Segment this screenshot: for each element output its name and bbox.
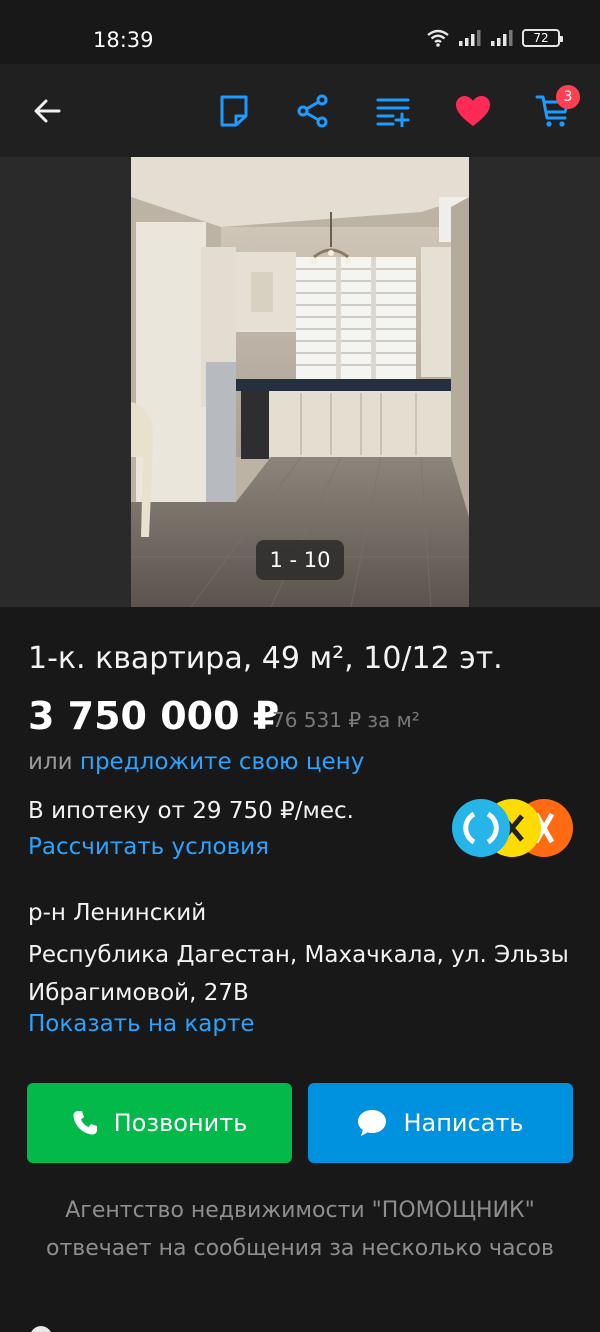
next-section-indicator bbox=[30, 1326, 52, 1332]
district: р-н Ленинский bbox=[28, 900, 207, 926]
agency-note-line1: Агентство недвижимости "ПОМОЩНИК" bbox=[65, 1198, 535, 1223]
app-bar bbox=[0, 64, 600, 157]
bank-logos[interactable] bbox=[452, 798, 576, 858]
call-button-label: Позвонить bbox=[113, 1109, 248, 1137]
share-icon[interactable] bbox=[293, 91, 333, 131]
offer-prefix: или bbox=[28, 749, 73, 775]
photo-counter: 1 - 10 bbox=[256, 540, 344, 580]
listing-price: 3 750 000 ₽ bbox=[28, 694, 280, 738]
heart-icon[interactable] bbox=[453, 91, 493, 131]
listing-title: 1-к. квартира, 49 м², 10/12 эт. bbox=[28, 641, 503, 676]
chat-icon bbox=[358, 1110, 387, 1136]
offer-price-link[interactable]: предложите свою цену bbox=[80, 749, 364, 775]
price-per-m2: 76 531 ₽ за м² bbox=[272, 708, 420, 732]
signal-icon-2 bbox=[491, 30, 513, 46]
call-button[interactable]: Позвонить bbox=[27, 1083, 292, 1163]
agency-response-note: Агентство недвижимости "ПОМОЩНИК" отвеча… bbox=[0, 1192, 600, 1268]
write-button[interactable]: Написать bbox=[308, 1083, 573, 1163]
wifi-icon bbox=[427, 29, 449, 47]
signal-icon bbox=[459, 30, 481, 46]
mortgage-text: В ипотеку от 29 750 ₽/мес. bbox=[28, 798, 354, 824]
note-icon[interactable] bbox=[214, 91, 254, 131]
status-icons: 72 bbox=[426, 29, 563, 47]
calculate-mortgage-link[interactable]: Рассчитать условия bbox=[28, 834, 269, 860]
write-button-label: Написать bbox=[403, 1109, 524, 1137]
show-on-map-link[interactable]: Показать на карте bbox=[28, 1011, 255, 1037]
photo-gallery[interactable]: 1 - 10 bbox=[0, 157, 600, 607]
offer-line: или предложите свою цену bbox=[28, 749, 364, 775]
battery-indicator: 72 bbox=[522, 29, 563, 47]
status-bar: 18:39 72 bbox=[0, 0, 600, 64]
status-time: 18:39 bbox=[93, 28, 154, 52]
address: Республика Дагестан, Махачкала, ул. Эльз… bbox=[28, 942, 569, 1006]
back-arrow-icon[interactable] bbox=[27, 91, 67, 131]
cart-count-badge: 3 bbox=[556, 85, 580, 109]
compare-icon[interactable] bbox=[373, 91, 413, 131]
agency-note-line2: отвечает на сообщения за несколько часов bbox=[46, 1236, 554, 1261]
phone-icon bbox=[73, 1111, 97, 1135]
